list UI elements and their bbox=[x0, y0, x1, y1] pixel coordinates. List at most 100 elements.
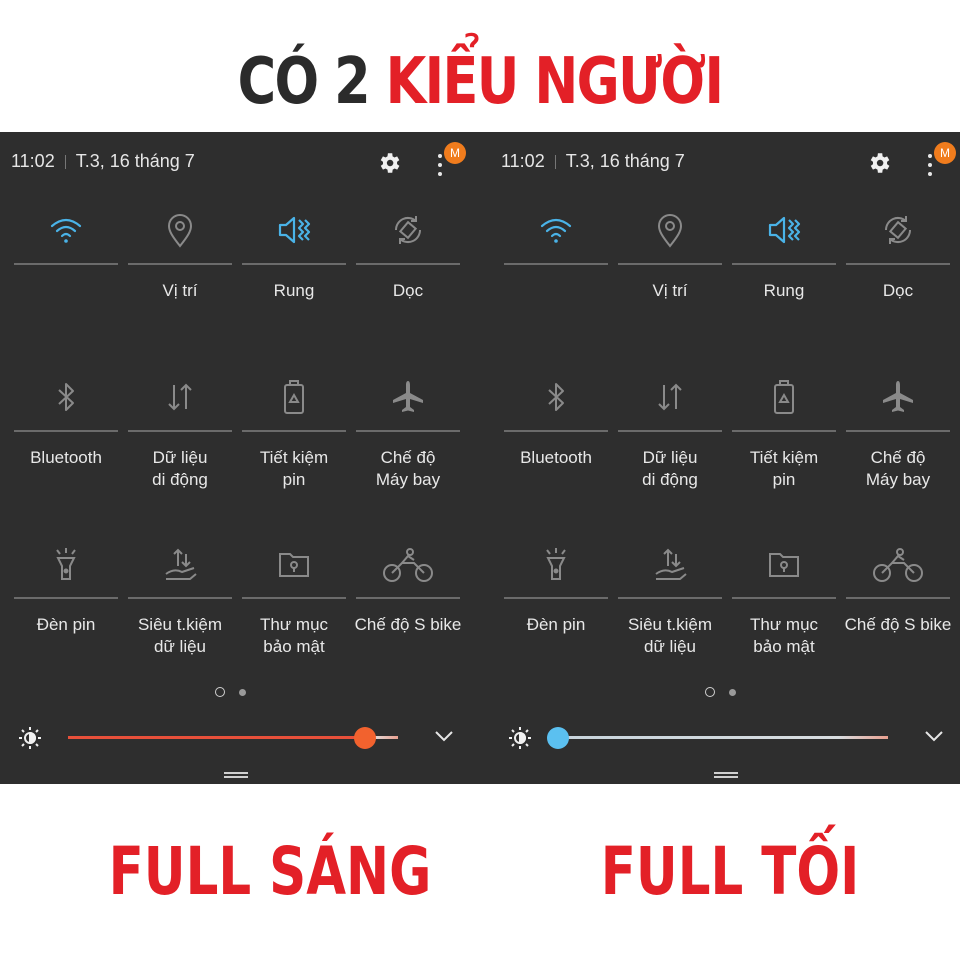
tile-label: Rung bbox=[273, 281, 315, 300]
tile-divider bbox=[846, 430, 950, 432]
tile-divider bbox=[618, 430, 722, 432]
slider-thumb[interactable] bbox=[354, 727, 376, 749]
tile-label: Dữ liệu di động bbox=[642, 448, 698, 489]
battery-saver-icon bbox=[764, 377, 804, 417]
rotate-icon bbox=[878, 210, 918, 250]
quick-settings-panel-bright: 11:02 T.3, 16 tháng 7 M Vị trí Rung Dọc Blueto… bbox=[0, 132, 480, 784]
status-bar: 11:02 T.3, 16 tháng 7 bbox=[501, 151, 685, 172]
tile-divider bbox=[242, 597, 346, 599]
tile-label: Chế độ S bike bbox=[844, 615, 952, 634]
tile-label: Đèn pin bbox=[36, 615, 96, 634]
tile-label: Chế độ Máy bay bbox=[375, 448, 441, 489]
gear-icon[interactable] bbox=[866, 150, 892, 176]
mobile-data-icon bbox=[650, 377, 690, 417]
tile-label: Đèn pin bbox=[526, 615, 586, 634]
more-options-button[interactable]: M bbox=[432, 142, 468, 182]
notification-badge: M bbox=[934, 142, 956, 164]
tile-label: Bluetooth bbox=[30, 448, 102, 467]
wifi-icon bbox=[536, 210, 576, 250]
tile-divider bbox=[504, 263, 608, 265]
screenshots-area: 11:02 T.3, 16 tháng 7 M Vị trí Rung Dọc Blueto… bbox=[0, 132, 960, 784]
secure-folder-icon bbox=[274, 544, 314, 584]
drag-handle[interactable] bbox=[714, 772, 738, 778]
date: T.3, 16 tháng 7 bbox=[75, 151, 195, 171]
tile-label: Chế độ Máy bay bbox=[865, 448, 931, 489]
more-vert-icon bbox=[928, 154, 932, 180]
tile-divider bbox=[732, 430, 836, 432]
s-bike-icon bbox=[870, 544, 926, 584]
tile-label: Rung bbox=[763, 281, 805, 300]
slider-track bbox=[68, 736, 398, 739]
battery-saver-icon bbox=[274, 377, 314, 417]
status-divider bbox=[64, 154, 66, 169]
tile-label: Thư mục bảo mật bbox=[749, 615, 819, 656]
status-divider bbox=[554, 154, 556, 169]
headline-part-1: CÓ 2 bbox=[237, 45, 371, 119]
brightness-icon bbox=[18, 726, 42, 750]
headline: CÓ 2 KIỂU NGƯỜI bbox=[86, 42, 873, 122]
tile-label: Vị trí bbox=[652, 281, 688, 300]
brightness-slider[interactable] bbox=[547, 727, 888, 749]
tile-divider bbox=[128, 597, 232, 599]
tile-divider bbox=[14, 597, 118, 599]
tile-divider bbox=[128, 430, 232, 432]
location-icon bbox=[160, 210, 200, 250]
bluetooth-icon bbox=[46, 377, 86, 417]
tile-divider bbox=[14, 430, 118, 432]
secure-folder-icon bbox=[764, 544, 804, 584]
more-vert-icon bbox=[438, 154, 442, 180]
tile-label: Chế độ S bike bbox=[354, 615, 462, 634]
mobile-data-icon bbox=[160, 377, 200, 417]
bluetooth-icon bbox=[536, 377, 576, 417]
tile-label: Tiết kiệm pin bbox=[259, 448, 329, 489]
brightness-slider[interactable] bbox=[68, 727, 398, 749]
tile-divider bbox=[356, 263, 460, 265]
tile-label: Dữ liệu di động bbox=[152, 448, 208, 489]
s-bike-icon bbox=[380, 544, 436, 584]
tile-label: Thư mục bảo mật bbox=[259, 615, 329, 656]
tile-divider bbox=[732, 597, 836, 599]
page-dot-current bbox=[215, 687, 225, 697]
gear-icon[interactable] bbox=[376, 150, 402, 176]
brightness-icon bbox=[508, 726, 532, 750]
chevron-down-icon[interactable] bbox=[923, 728, 945, 744]
vibrate-icon bbox=[764, 210, 804, 250]
tile-label: Vị trí bbox=[162, 281, 198, 300]
slider-track bbox=[558, 736, 888, 739]
notification-badge: M bbox=[444, 142, 466, 164]
tile-label: Siêu t.kiệm dữ liệu bbox=[627, 615, 713, 656]
tile-label: Bluetooth bbox=[520, 448, 592, 467]
tile-label: Dọc bbox=[882, 281, 914, 300]
tile-divider bbox=[618, 597, 722, 599]
page-dot bbox=[729, 688, 736, 696]
tile-divider bbox=[846, 597, 950, 599]
airplane-icon bbox=[388, 377, 428, 417]
tile-label: Siêu t.kiệm dữ liệu bbox=[137, 615, 223, 656]
data-saver-icon bbox=[650, 544, 690, 584]
location-icon bbox=[650, 210, 690, 250]
tile-divider bbox=[14, 263, 118, 265]
chevron-down-icon[interactable] bbox=[433, 728, 455, 744]
tile-divider bbox=[618, 263, 722, 265]
slider-thumb[interactable] bbox=[547, 727, 569, 749]
flashlight-icon bbox=[46, 544, 86, 584]
tile-divider bbox=[356, 430, 460, 432]
more-options-button[interactable]: M bbox=[922, 142, 958, 182]
page-indicator bbox=[215, 687, 246, 697]
tile-divider bbox=[242, 430, 346, 432]
page-dot-current bbox=[705, 687, 715, 697]
airplane-icon bbox=[878, 377, 918, 417]
page-dot bbox=[239, 688, 246, 696]
tile-label: Tiết kiệm pin bbox=[749, 448, 819, 489]
page-indicator bbox=[705, 687, 736, 697]
caption-full-bright: FULL SÁNG bbox=[108, 833, 432, 910]
tile-label: Dọc bbox=[392, 281, 424, 300]
flashlight-icon bbox=[536, 544, 576, 584]
vibrate-icon bbox=[274, 210, 314, 250]
status-bar: 11:02 T.3, 16 tháng 7 bbox=[11, 151, 195, 172]
drag-handle[interactable] bbox=[224, 772, 248, 778]
tile-divider bbox=[732, 263, 836, 265]
tile-divider bbox=[504, 597, 608, 599]
rotate-icon bbox=[388, 210, 428, 250]
wifi-icon bbox=[46, 210, 86, 250]
